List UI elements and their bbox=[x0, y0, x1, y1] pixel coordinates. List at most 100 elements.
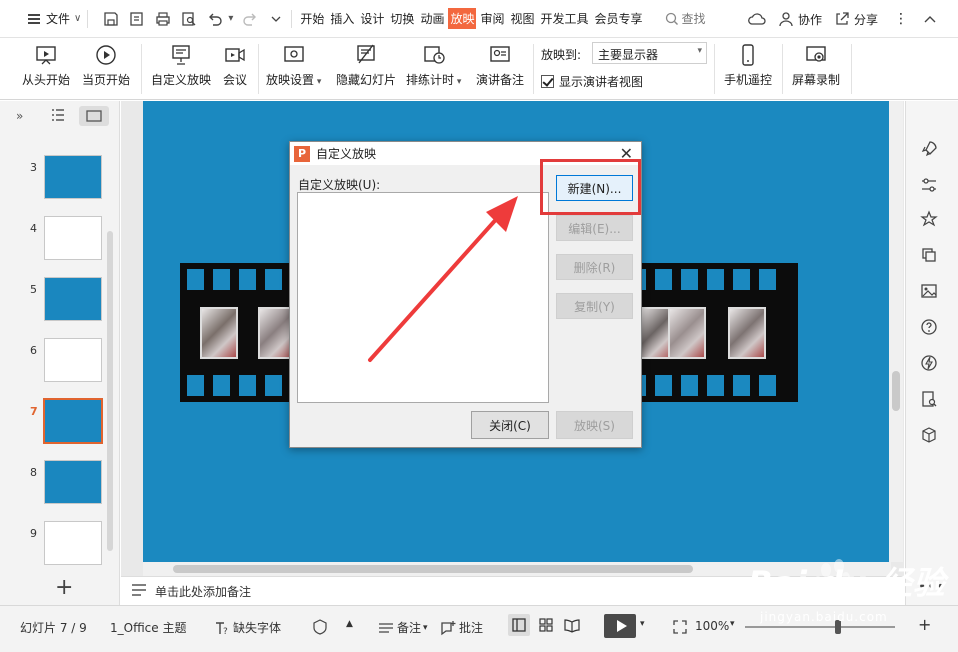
close-button[interactable]: 关闭(C) bbox=[471, 411, 549, 439]
slide-thumbnail[interactable]: 7 bbox=[0, 398, 116, 445]
thumbnail-scrollbar[interactable] bbox=[107, 231, 113, 551]
vertical-scrollbar[interactable] bbox=[889, 101, 903, 562]
menu-tab[interactable]: 切换 bbox=[388, 8, 416, 29]
copy-button[interactable]: 复制(Y) bbox=[556, 293, 633, 319]
custom-show-button[interactable]: 自定义放映 bbox=[151, 42, 211, 88]
sliders-icon[interactable] bbox=[919, 175, 939, 195]
scroll-thumb[interactable] bbox=[173, 565, 693, 573]
notes-placeholder: 单击此处添加备注 bbox=[155, 584, 252, 599]
collaborate-button[interactable]: 协作 bbox=[778, 11, 822, 28]
chevron-up-icon[interactable]: ▲ bbox=[346, 619, 353, 629]
slide-number: 3 bbox=[30, 161, 37, 174]
theme-name[interactable]: 1_Office 主题 bbox=[110, 619, 186, 636]
search-box[interactable]: 查找 bbox=[665, 10, 706, 27]
phone-remote-button[interactable]: 手机遥控 bbox=[724, 42, 772, 88]
normal-view-icon[interactable] bbox=[508, 614, 530, 636]
file-menu[interactable]: 文件 bbox=[46, 10, 70, 27]
menu-tabs: 开始 插入 设计 切换 动画 放映 审阅 视图 开发工具 会员专享 bbox=[298, 8, 646, 29]
film-perforation bbox=[655, 269, 672, 290]
missing-font-label: 缺失字体 bbox=[233, 621, 282, 635]
book-search-icon[interactable] bbox=[919, 389, 939, 409]
monitor-select[interactable]: 主要显示器 ▾ bbox=[592, 42, 707, 64]
rocket-icon[interactable] bbox=[919, 139, 939, 159]
copy-format-icon[interactable] bbox=[919, 245, 939, 265]
show-button[interactable]: 放映(S) bbox=[556, 411, 633, 439]
delete-button[interactable]: 删除(R) bbox=[556, 254, 633, 280]
from-current-button[interactable]: 当页开始 bbox=[82, 42, 130, 88]
share-button[interactable]: 分享 bbox=[834, 11, 878, 28]
slide-thumbnail[interactable]: 5 bbox=[0, 277, 116, 323]
export-pdf-icon[interactable] bbox=[128, 10, 146, 28]
menu-tab[interactable]: 插入 bbox=[328, 8, 356, 29]
slide-thumbnail[interactable]: 3 bbox=[0, 155, 116, 201]
speaker-notes-button[interactable]: 演讲备注 bbox=[476, 42, 524, 88]
missing-font-button[interactable]: ? 缺失字体 bbox=[214, 619, 281, 636]
image-tool-icon[interactable] bbox=[919, 281, 939, 301]
menu-tab[interactable]: 开发工具 bbox=[539, 8, 591, 29]
film-perforation bbox=[759, 269, 776, 290]
menu-tab[interactable]: 视图 bbox=[508, 8, 536, 29]
slide-thumbnail[interactable]: 4 bbox=[0, 216, 116, 262]
redo-icon[interactable] bbox=[241, 10, 259, 28]
zoom-in-icon[interactable]: + bbox=[918, 615, 931, 634]
chevron-down-icon[interactable]: ▾ bbox=[640, 619, 645, 629]
edit-button[interactable]: 编辑(E)... bbox=[556, 215, 633, 241]
show-settings-button[interactable]: 放映设置 ▾ bbox=[266, 42, 321, 88]
slide-preview bbox=[44, 155, 102, 199]
more-options-button[interactable]: ⋮ bbox=[894, 12, 908, 26]
cube-icon[interactable] bbox=[919, 425, 939, 445]
film-perforation bbox=[707, 375, 724, 396]
menu-tab[interactable]: 设计 bbox=[358, 8, 386, 29]
thumbnail-view-icon[interactable] bbox=[79, 106, 110, 126]
hide-slide-button[interactable]: 隐藏幻灯片 bbox=[336, 42, 396, 88]
presenter-view-checkbox[interactable]: 显示演讲者视图 bbox=[541, 73, 643, 90]
menu-tab[interactable]: 动画 bbox=[418, 8, 446, 29]
film-perforation bbox=[187, 269, 204, 290]
notes-icon bbox=[131, 583, 147, 599]
star-icon[interactable] bbox=[919, 209, 939, 229]
menu-tab[interactable]: 审阅 bbox=[478, 8, 506, 29]
zoom-level[interactable]: 100% bbox=[695, 619, 729, 633]
fit-window-icon[interactable] bbox=[672, 619, 691, 635]
rehearse-button[interactable]: 排练计时 ▾ bbox=[406, 42, 461, 88]
chevron-down-icon[interactable]: ▾ bbox=[730, 619, 735, 629]
expand-panel-icon[interactable]: » bbox=[16, 109, 23, 123]
play-slideshow-button[interactable] bbox=[604, 614, 636, 638]
collapse-ribbon-button[interactable] bbox=[924, 14, 936, 24]
menu-tab[interactable]: 会员专享 bbox=[593, 8, 645, 29]
phone-icon bbox=[735, 42, 761, 68]
print-icon[interactable] bbox=[154, 10, 172, 28]
slide-number: 9 bbox=[30, 527, 37, 540]
slide-thumbnail[interactable]: 6 bbox=[0, 338, 116, 384]
menu-tab[interactable]: 放映 bbox=[448, 8, 477, 29]
menubar-right: 协作 分享 ⋮ bbox=[748, 0, 958, 38]
reading-view-icon[interactable] bbox=[561, 614, 583, 636]
shield-icon[interactable] bbox=[312, 619, 331, 635]
lightning-icon[interactable] bbox=[919, 353, 939, 373]
customize-toolbar-icon[interactable] bbox=[267, 10, 285, 28]
save-icon[interactable] bbox=[102, 10, 120, 28]
meeting-button[interactable]: 会议 bbox=[222, 42, 248, 88]
hamburger-menu-icon[interactable] bbox=[28, 13, 40, 24]
grid-view-icon[interactable] bbox=[535, 614, 557, 636]
from-start-button[interactable]: 从头开始 bbox=[22, 42, 70, 88]
slide-thumbnail[interactable]: 8 bbox=[0, 460, 116, 506]
undo-icon[interactable] bbox=[206, 10, 224, 28]
outline-view-icon[interactable] bbox=[51, 108, 65, 124]
notes-toggle-button[interactable]: 备注 ▾ bbox=[378, 619, 428, 636]
screen-record-button[interactable]: 屏幕录制 bbox=[792, 42, 840, 88]
project-to-label: 放映到: bbox=[541, 48, 582, 62]
menu-tab[interactable]: 开始 bbox=[298, 8, 326, 29]
scroll-thumb[interactable] bbox=[892, 371, 900, 411]
help-icon[interactable] bbox=[919, 317, 939, 337]
add-slide-icon[interactable]: + bbox=[55, 577, 73, 599]
show-settings-label: 放映设置 bbox=[266, 73, 315, 87]
cloud-sync-button[interactable] bbox=[748, 11, 766, 27]
comments-button[interactable]: 批注 bbox=[440, 619, 483, 636]
comment-add-icon bbox=[441, 620, 456, 635]
chevron-down-icon[interactable]: ∨ bbox=[74, 13, 81, 24]
print-preview-icon[interactable] bbox=[180, 10, 198, 28]
undo-dropdown-icon[interactable]: ▾ bbox=[228, 13, 233, 24]
slide-thumbnail[interactable]: 9 bbox=[0, 521, 116, 567]
film-perforation bbox=[681, 269, 698, 290]
